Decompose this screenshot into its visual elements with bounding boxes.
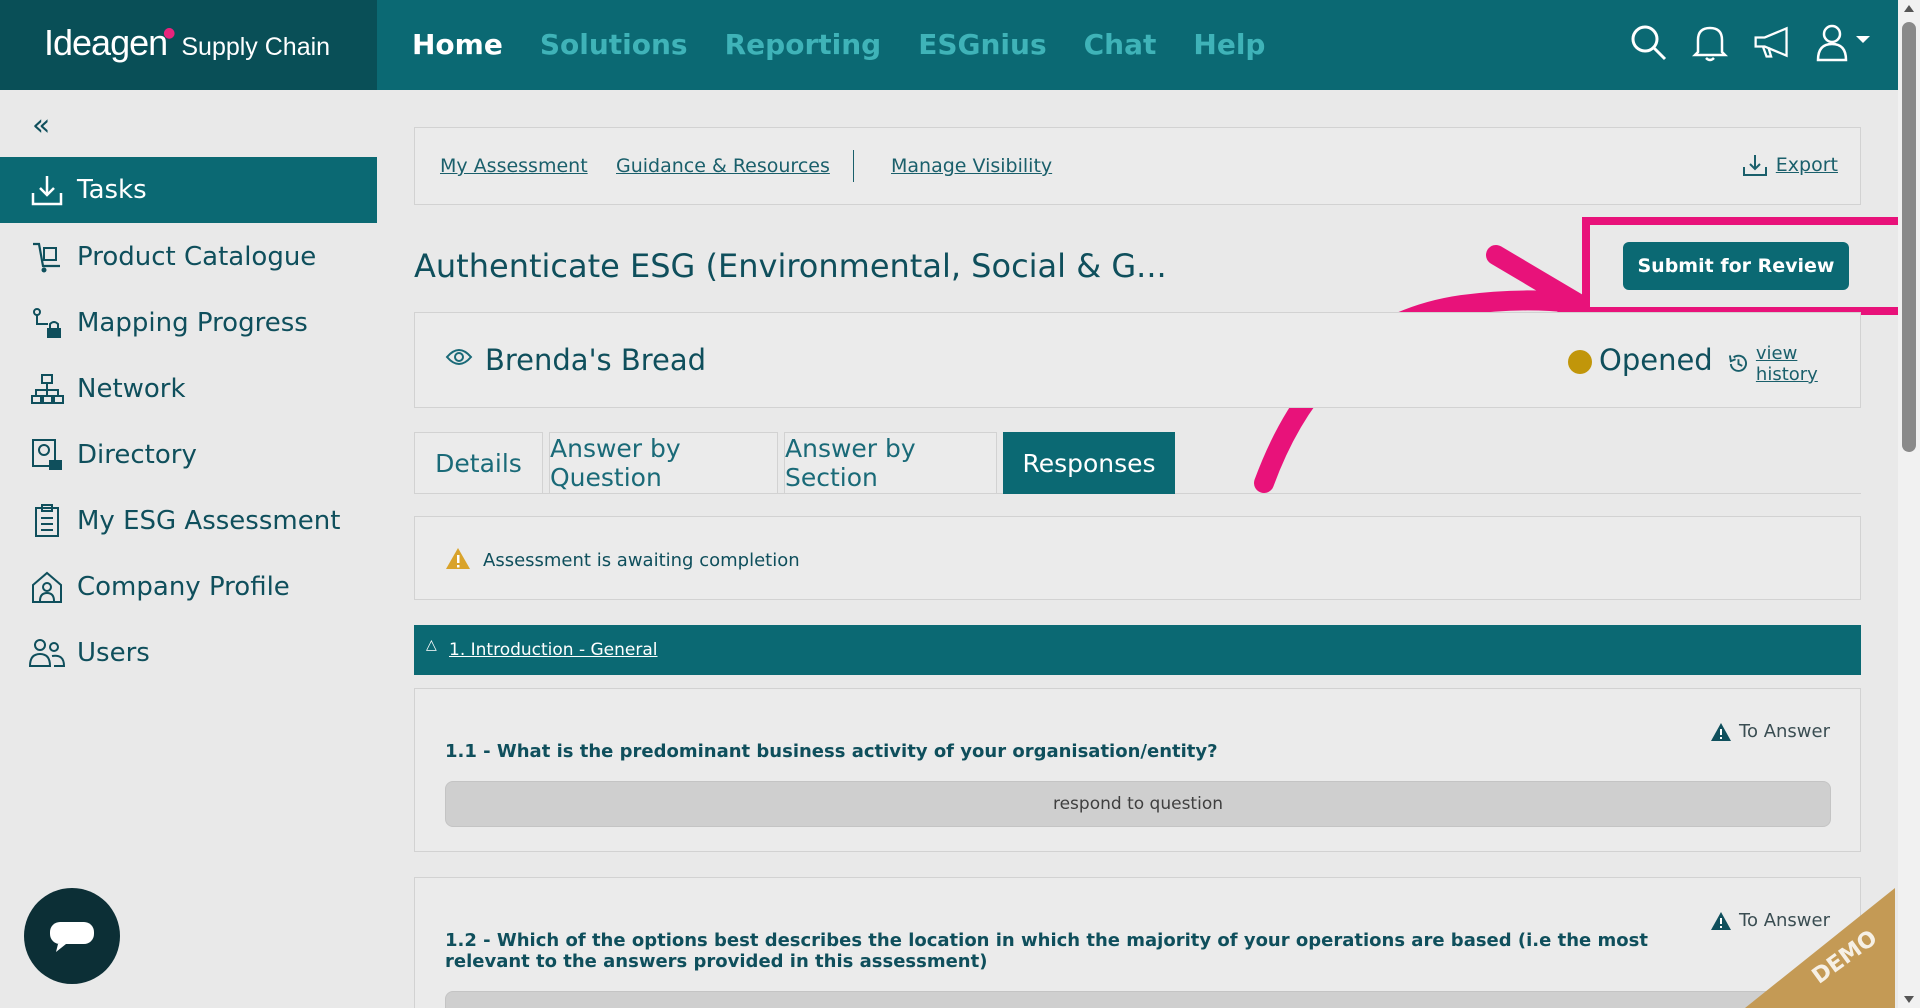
house-person-icon xyxy=(27,567,67,607)
assessment-linkbar: My Assessment Guidance & Resources Manag… xyxy=(414,127,1861,205)
logo-dot-icon: ● xyxy=(163,25,176,41)
sidebar: « Tasks Product Catalogue Mapping Progre… xyxy=(0,90,377,1008)
search-icon[interactable] xyxy=(1628,20,1668,64)
question-card: To Answer 1.1 - What is the predominant … xyxy=(414,688,1861,852)
section-title-link[interactable]: 1. Introduction - General xyxy=(449,640,658,660)
tab-answer-by-question[interactable]: Answer by Question xyxy=(549,432,778,494)
megaphone-icon[interactable] xyxy=(1752,20,1792,64)
link-separator xyxy=(853,150,854,182)
sidebar-item-directory[interactable]: Directory xyxy=(0,422,377,488)
logo[interactable]: Ideagen ● Supply Chain xyxy=(44,22,330,64)
users-icon xyxy=(27,633,67,673)
sidebar-item-company-profile[interactable]: Company Profile xyxy=(0,554,377,620)
respond-to-question-button[interactable] xyxy=(445,991,1831,1008)
nav-home[interactable]: Home xyxy=(412,28,503,61)
nav-help[interactable]: Help xyxy=(1193,28,1265,61)
clipboard-icon xyxy=(27,501,67,541)
question-text: 1.2 - Which of the options best describe… xyxy=(445,930,1648,972)
nav-reporting[interactable]: Reporting xyxy=(725,28,882,61)
tray-download-icon xyxy=(27,170,67,210)
view-history-link[interactable]: view history xyxy=(1727,343,1860,385)
view-history-label[interactable]: view history xyxy=(1756,343,1860,385)
link-guidance-resources[interactable]: Guidance & Resources xyxy=(616,155,830,177)
tab-details[interactable]: Details xyxy=(414,432,543,494)
mapping-lock-icon xyxy=(27,303,67,343)
page-title: Authenticate ESG (Environmental, Social … xyxy=(414,247,1167,285)
question-text: 1.1 - What is the predominant business a… xyxy=(445,741,1218,762)
sidebar-item-label: Users xyxy=(77,638,150,668)
scroll-down-icon[interactable] xyxy=(1904,996,1914,1003)
history-icon xyxy=(1728,354,1747,372)
sidebar-item-users[interactable]: Users xyxy=(0,620,377,686)
question-card: To Answer 1.2 - Which of the options bes… xyxy=(414,877,1861,1008)
sidebar-item-label: Company Profile xyxy=(77,572,290,602)
logo-brand: Ideagen xyxy=(44,22,168,63)
download-icon xyxy=(1742,155,1767,176)
supplier-panel: Brenda's Bread Opened view history xyxy=(414,312,1861,408)
link-manage-visibility[interactable]: Manage Visibility xyxy=(891,155,1052,177)
main-content: My Assessment Guidance & Resources Manag… xyxy=(377,90,1907,1008)
logo-area[interactable]: Ideagen ● Supply Chain xyxy=(0,0,377,90)
section-header[interactable]: △ 1. Introduction - General xyxy=(414,625,1861,675)
main-nav: Home Solutions Reporting ESGnius Chat He… xyxy=(412,28,1265,61)
trolley-icon xyxy=(27,237,67,277)
nav-solutions[interactable]: Solutions xyxy=(540,28,688,61)
assessment-notice: Assessment is awaiting completion xyxy=(414,516,1861,600)
chat-widget-button[interactable] xyxy=(24,888,120,984)
sidebar-item-label: My ESG Assessment xyxy=(77,506,341,536)
warning-icon xyxy=(1711,722,1732,741)
collapse-chevron-icon[interactable]: △ xyxy=(426,637,437,653)
directory-lock-icon xyxy=(27,435,67,475)
sidebar-item-label: Tasks xyxy=(77,175,147,205)
submit-for-review-button[interactable]: Submit for Review xyxy=(1623,242,1849,290)
warning-icon xyxy=(1711,911,1732,930)
sidebar-item-label: Mapping Progress xyxy=(77,308,308,338)
assessment-tabs: Details Answer by Question Answer by Sec… xyxy=(414,432,1861,494)
question-status: To Answer xyxy=(1710,721,1830,742)
warning-icon xyxy=(446,548,470,569)
status-dot xyxy=(1568,350,1592,374)
tab-responses[interactable]: Responses xyxy=(1003,432,1175,494)
chat-bubble-icon xyxy=(50,922,94,952)
nav-esgnius[interactable]: ESGnius xyxy=(918,28,1046,61)
link-my-assessment[interactable]: My Assessment xyxy=(440,155,588,177)
network-icon xyxy=(27,369,67,409)
sidebar-item-label: Product Catalogue xyxy=(77,242,317,272)
sidebar-item-mapping-progress[interactable]: Mapping Progress xyxy=(0,290,377,356)
notice-text: Assessment is awaiting completion xyxy=(483,550,800,571)
export-link[interactable]: Export xyxy=(1742,153,1838,177)
sidebar-item-label: Network xyxy=(77,374,186,404)
page-scrollbar[interactable] xyxy=(1898,0,1920,1008)
question-status-label: To Answer xyxy=(1739,721,1830,742)
tab-answer-by-section[interactable]: Answer by Section xyxy=(784,432,997,494)
top-icons xyxy=(1628,20,1874,64)
supplier-name: Brenda's Bread xyxy=(485,343,707,377)
export-label[interactable]: Export xyxy=(1776,154,1838,176)
sidebar-item-network[interactable]: Network xyxy=(0,356,377,422)
scroll-up-icon[interactable] xyxy=(1904,5,1914,12)
logo-product: Supply Chain xyxy=(181,33,331,61)
collapse-sidebar-icon[interactable]: « xyxy=(32,108,50,143)
sidebar-item-my-esg-assessment[interactable]: My ESG Assessment xyxy=(0,488,377,554)
sidebar-item-label: Directory xyxy=(77,440,197,470)
eye-icon[interactable] xyxy=(445,347,473,367)
respond-to-question-button[interactable]: respond to question xyxy=(445,781,1831,827)
sidebar-item-tasks[interactable]: Tasks xyxy=(0,157,377,223)
nav-chat[interactable]: Chat xyxy=(1084,28,1157,61)
scrollbar-thumb[interactable] xyxy=(1902,22,1916,452)
top-navbar: Ideagen ● Supply Chain Home Solutions Re… xyxy=(0,0,1920,90)
sidebar-item-product-catalogue[interactable]: Product Catalogue xyxy=(0,224,377,290)
status-badge: Opened xyxy=(1599,343,1713,377)
bell-icon[interactable] xyxy=(1690,20,1730,64)
user-menu-icon[interactable] xyxy=(1814,20,1874,64)
